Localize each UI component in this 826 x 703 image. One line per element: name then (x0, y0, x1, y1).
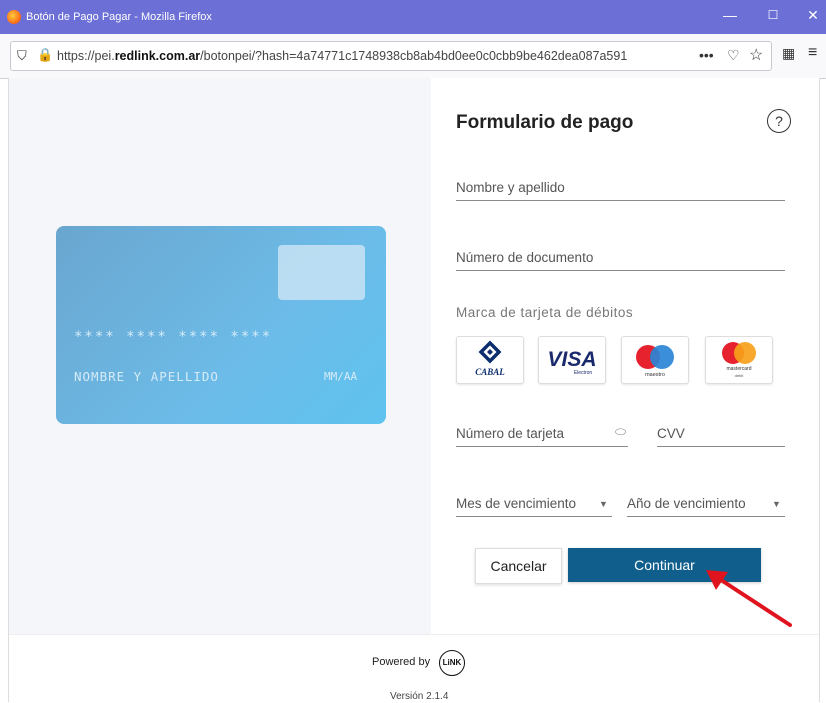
cvv-input[interactable]: CVV (657, 426, 785, 447)
payment-form: Formulario de pago ? Nombre y apellido N… (431, 78, 819, 634)
bookmark-star-icon[interactable]: ☆ (749, 45, 763, 65)
card-expiry-preview: MM/AA (324, 370, 358, 383)
window-titlebar: Botón de Pago Pagar - Mozilla Firefox — … (0, 0, 826, 34)
hamburger-menu-icon[interactable]: ≡ (808, 44, 817, 62)
firefox-logo-icon (7, 10, 21, 24)
page-actions-icon[interactable]: ••• (699, 47, 714, 63)
card-number-input[interactable]: Número de tarjeta (456, 426, 628, 447)
brand-cabal-text: CABAL (475, 367, 505, 377)
url-rest: /botonpei/?hash=4a74771c1748938cb8ab4bd0… (200, 49, 628, 63)
card-holder-preview: NOMBRE Y APELLIDO (74, 369, 219, 384)
card-number-preview: **** **** **** **** (74, 329, 273, 345)
brand-mastercard-text: mastercard (726, 366, 751, 372)
continue-button[interactable]: Continuar (568, 548, 761, 582)
link-logo-icon: LiNK (439, 650, 465, 676)
page-content: **** **** **** **** NOMBRE Y APELLIDO MM… (8, 78, 820, 703)
url-domain: redlink.com.ar (114, 49, 201, 63)
pocket-icon[interactable]: ♡ (727, 47, 740, 64)
help-icon[interactable]: ? (767, 109, 791, 133)
card-chip (278, 245, 365, 300)
maximize-button[interactable]: ☐ (758, 8, 788, 22)
shield-icon[interactable]: ⛉ (17, 48, 27, 64)
brand-label: Marca de tarjeta de débitos (456, 305, 634, 320)
url-prefix: https://pei. (57, 49, 115, 63)
visa-logo-icon: VISA Electron (547, 348, 596, 376)
extensions-icon[interactable]: ▦ (782, 45, 795, 62)
url-text[interactable]: https://pei.redlink.com.ar/botonpei/?has… (57, 49, 697, 63)
powered-by-text: Powered by (372, 656, 431, 668)
mastercard-logo-icon: mastercard debit (722, 342, 756, 378)
version-text: Versión 2.1.4 (390, 691, 449, 702)
card-preview: **** **** **** **** NOMBRE Y APELLIDO MM… (56, 226, 386, 424)
card-preview-panel: **** **** **** **** NOMBRE Y APELLIDO MM… (9, 78, 431, 634)
brand-cabal-button[interactable]: CABAL (456, 336, 524, 384)
cancel-button[interactable]: Cancelar (475, 548, 562, 584)
close-button[interactable]: ✕ (798, 7, 826, 24)
cabal-logo-icon: CABAL (475, 340, 505, 377)
month-chevron-down-icon[interactable]: ▼ (599, 499, 608, 509)
month-select[interactable]: Mes de vencimiento (456, 496, 612, 517)
url-bar[interactable]: ⛉ 🔒 https://pei.redlink.com.ar/botonpei/… (10, 41, 772, 71)
window-title: Botón de Pago Pagar - Mozilla Firefox (26, 11, 212, 23)
brand-mastercard-debit-button[interactable]: mastercard debit (705, 336, 773, 384)
brand-maestro-text: maestro (645, 372, 665, 378)
year-chevron-down-icon[interactable]: ▼ (772, 499, 781, 509)
brand-maestro-button[interactable]: maestro (621, 336, 689, 384)
maestro-logo-icon: maestro (636, 345, 674, 378)
lock-icon[interactable]: 🔒 (37, 47, 53, 63)
minimize-button[interactable]: — (715, 7, 745, 23)
brand-visa-sub: Electron (574, 370, 593, 376)
form-title: Formulario de pago (456, 112, 634, 133)
document-input[interactable]: Número de documento (456, 250, 785, 271)
name-input[interactable]: Nombre y apellido (456, 180, 785, 201)
brand-mastercard-sub: debit (735, 373, 745, 378)
brand-visa-electron-button[interactable]: VISA Electron (538, 336, 606, 384)
eye-toggle-icon[interactable]: ⬭ (615, 424, 626, 440)
page-footer: Powered by LiNK Versión 2.1.4 (9, 634, 819, 703)
browser-toolbar: ⛉ 🔒 https://pei.redlink.com.ar/botonpei/… (0, 34, 826, 79)
brand-visa-text: VISA (547, 348, 596, 371)
year-select[interactable]: Año de vencimiento (627, 496, 785, 517)
